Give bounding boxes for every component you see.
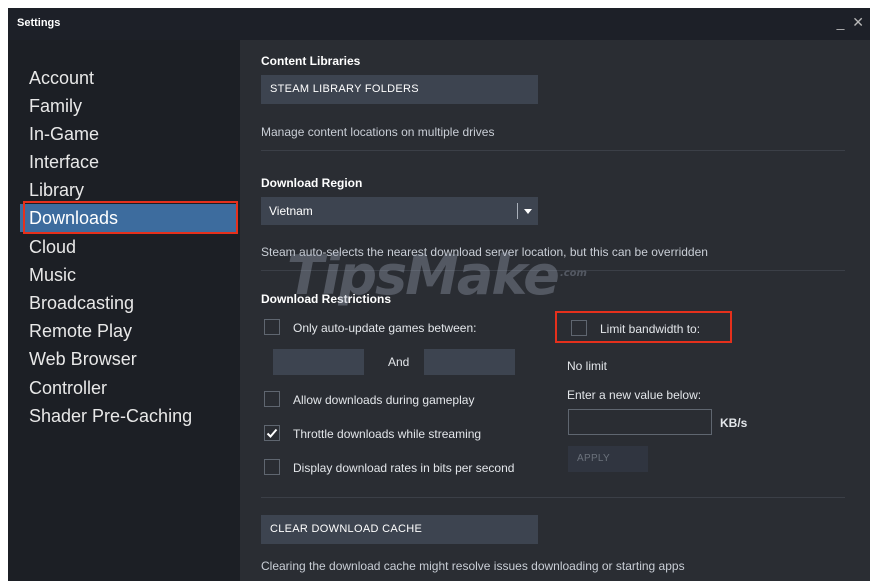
sidebar-item-web-browser[interactable]: Web Browser	[20, 345, 236, 373]
sidebar-item-broadcasting[interactable]: Broadcasting	[20, 289, 236, 317]
bandwidth-value-input[interactable]	[568, 409, 712, 435]
sidebar-item-family[interactable]: Family	[20, 92, 236, 120]
bits-per-second-checkbox[interactable]	[264, 459, 280, 475]
throttle-label: Throttle downloads while streaming	[293, 427, 482, 441]
window-title: Settings	[17, 17, 61, 29]
watermark-suffix: .com	[559, 268, 587, 279]
sidebar-item-library[interactable]: Library	[20, 176, 236, 204]
watermark-text: TipsMake	[287, 244, 560, 307]
sidebar-item-controller[interactable]: Controller	[20, 374, 236, 402]
auto-update-checkbox[interactable]	[264, 319, 280, 335]
checkmark-icon	[266, 428, 278, 438]
and-label: And	[388, 355, 410, 369]
close-icon[interactable]: ✕	[852, 14, 864, 30]
sidebar-item-account[interactable]: Account	[20, 64, 236, 92]
enter-value-text: Enter a new value below:	[567, 388, 702, 402]
window-controls: _ ✕	[833, 14, 864, 31]
sidebar: Account Family In-Game Interface Library…	[8, 40, 240, 581]
apply-button[interactable]: APPLY	[568, 446, 648, 472]
sidebar-item-in-game[interactable]: In-Game	[20, 120, 236, 148]
no-limit-text: No limit	[567, 359, 608, 373]
clear-download-cache-button[interactable]: CLEAR DOWNLOAD CACHE	[261, 515, 538, 544]
title-bar: Settings _ ✕	[8, 8, 870, 40]
select-separator	[517, 203, 518, 219]
kbps-unit-label: KB/s	[720, 416, 748, 430]
content-libraries-title: Content Libraries	[261, 54, 361, 68]
throttle-checkbox[interactable]	[264, 425, 280, 441]
download-region-select[interactable]: Vietnam	[261, 197, 538, 225]
watermark: TipsMake .com	[287, 244, 587, 307]
download-region-value: Vietnam	[269, 204, 313, 218]
sidebar-item-music[interactable]: Music	[20, 261, 236, 289]
chevron-down-icon	[524, 209, 532, 214]
download-region-title: Download Region	[261, 176, 363, 190]
steam-library-folders-button[interactable]: STEAM LIBRARY FOLDERS	[261, 75, 538, 104]
allow-gameplay-checkbox[interactable]	[264, 391, 280, 407]
auto-update-label: Only auto-update games between:	[293, 321, 477, 335]
auto-update-start-input[interactable]	[273, 349, 364, 375]
sidebar-item-remote-play[interactable]: Remote Play	[20, 317, 236, 345]
sidebar-item-cloud[interactable]: Cloud	[20, 233, 236, 261]
bits-per-second-label: Display download rates in bits per secon…	[293, 461, 515, 475]
downloads-panel: Content Libraries STEAM LIBRARY FOLDERS …	[240, 40, 870, 581]
divider	[261, 497, 845, 498]
minimize-icon[interactable]: _	[837, 14, 845, 30]
downloads-highlight-box	[23, 201, 238, 234]
sidebar-item-shader-pre-caching[interactable]: Shader Pre-Caching	[20, 402, 236, 430]
limit-bandwidth-highlight-box	[555, 311, 732, 343]
allow-gameplay-label: Allow downloads during gameplay	[293, 393, 475, 407]
content-libraries-desc: Manage content locations on multiple dri…	[261, 125, 495, 139]
sidebar-item-interface[interactable]: Interface	[20, 148, 236, 176]
auto-update-end-input[interactable]	[424, 349, 515, 375]
divider	[261, 150, 845, 151]
clear-cache-desc: Clearing the download cache might resolv…	[261, 559, 685, 573]
